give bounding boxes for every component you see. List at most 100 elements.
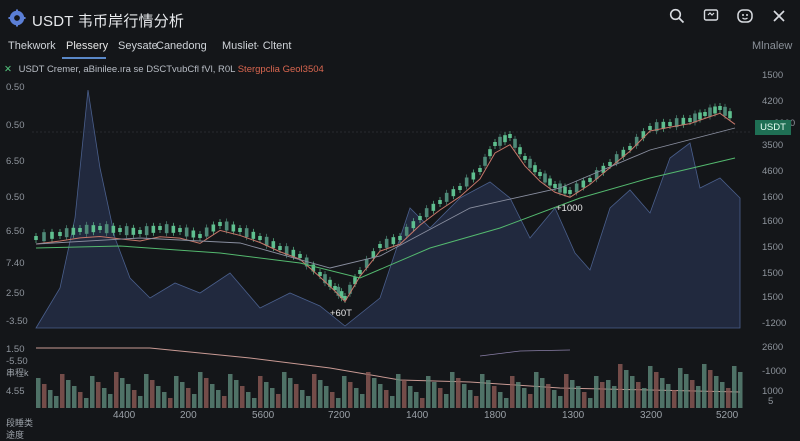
volume-bar: [216, 390, 221, 408]
volume-bar: [504, 398, 509, 408]
chart-annotation: +60T: [330, 308, 352, 319]
volume-bar: [576, 386, 581, 408]
volume-bar: [90, 376, 95, 408]
right-axis-label: 4200: [762, 96, 784, 107]
top-icons: [666, 5, 790, 27]
volume-bar: [480, 374, 485, 408]
volume-bar: [420, 398, 425, 408]
volume-bar: [528, 394, 533, 408]
price-tag: USDT: [755, 120, 791, 135]
tab-musliet[interactable]: Musliet: [222, 40, 257, 52]
indicator-line-2: [479, 349, 571, 357]
volume-bar: [102, 388, 107, 408]
volume-bar: [108, 394, 113, 408]
volume-bar: [84, 398, 89, 408]
volume-bar: [186, 388, 191, 408]
volume-bars: [36, 364, 743, 408]
volume-bar: [300, 390, 305, 408]
volume-bar: [390, 396, 395, 408]
volume-bar: [738, 372, 743, 408]
volume-bar: [144, 374, 149, 408]
volume-area: [35, 89, 741, 329]
right-axis-label: 4600: [762, 166, 784, 177]
left-axis-label: 6.50: [6, 156, 25, 167]
volume-bar: [48, 390, 53, 408]
settings-icon[interactable]: [8, 9, 26, 27]
x-axis-label: 200: [180, 410, 197, 421]
volume-bar: [654, 372, 659, 408]
volume-bar: [228, 374, 233, 408]
volume-bar: [354, 388, 359, 408]
x-axis-label: 4400: [113, 410, 136, 421]
tab-seysate[interactable]: Seysate: [118, 40, 158, 52]
legend-text: USDT Cremer, aBinilee.ıra se DSCTvubCfl …: [18, 64, 236, 75]
volume-bar: [732, 366, 737, 408]
volume-bar: [546, 384, 551, 408]
volume-bar: [414, 392, 419, 408]
volume-bar: [678, 368, 683, 408]
chat-icon[interactable]: [700, 5, 722, 27]
volume-bar: [162, 392, 167, 408]
legend-close-icon[interactable]: ✕: [4, 64, 12, 75]
x-axis-label: 5200: [716, 410, 739, 421]
volume-bar: [372, 378, 377, 408]
volume-bar: [588, 398, 593, 408]
volume-bar: [342, 376, 347, 408]
volume-bar: [438, 388, 443, 408]
left-axis-label: 7.40: [6, 258, 25, 269]
left-axis-label: 1.50: [6, 344, 25, 355]
volume-bar: [78, 392, 83, 408]
right-axis-label: 1500: [762, 70, 784, 81]
left-axis-label: -3.50: [6, 316, 28, 327]
volume-bar: [324, 386, 329, 408]
tab-canedong[interactable]: Canedong: [156, 40, 207, 52]
chart-annotation: +1000: [556, 203, 583, 214]
x-axis-label: 3200: [640, 410, 663, 421]
volume-bar: [366, 372, 371, 408]
volume-bar: [348, 382, 353, 408]
app-title: USDT 韦币岸行情分析: [32, 13, 185, 30]
volume-bar: [456, 378, 461, 408]
volume-bar: [534, 372, 539, 408]
volume-bar: [192, 394, 197, 408]
volume-bar: [690, 380, 695, 408]
volume-bar: [540, 378, 545, 408]
candlestick-chart[interactable]: [0, 78, 800, 408]
right-axis-label: -1200: [762, 318, 787, 329]
volume-bar: [630, 376, 635, 408]
close-icon[interactable]: [768, 5, 790, 27]
volume-bar: [96, 382, 101, 408]
volume-bar: [708, 370, 713, 408]
volume-bar: [384, 390, 389, 408]
volume-bar: [522, 388, 527, 408]
chart-legend: ✕ USDT Cremer, aBinilee.ıra se DSCTvubCf…: [4, 64, 324, 75]
right-axis-label: 1500: [762, 268, 784, 279]
left-axis-label: 0.50: [6, 120, 25, 131]
volume-bar: [276, 394, 281, 408]
alert-icon[interactable]: [734, 5, 756, 27]
volume-bar: [492, 386, 497, 408]
volume-bar: [168, 398, 173, 408]
tab-bar: Thekwork Plessery Seysate Canedong Musli…: [0, 36, 800, 59]
left-axis-label: 4.55: [6, 386, 25, 397]
tab-plessery[interactable]: Plessery: [66, 40, 108, 52]
tab-mlnalew[interactable]: Mlnalew: [752, 40, 792, 52]
volume-bar: [336, 398, 341, 408]
search-icon[interactable]: [666, 5, 688, 27]
lower-pane-label: 串程k: [6, 368, 29, 378]
volume-bar: [234, 380, 239, 408]
volume-bar: [36, 378, 41, 408]
volume-bar: [246, 392, 251, 408]
volume-bar: [606, 380, 611, 408]
volume-bar: [612, 386, 617, 408]
volume-bar: [42, 384, 47, 408]
tab-thekwork[interactable]: Thekwork: [8, 40, 56, 52]
volume-bar: [486, 380, 491, 408]
volume-bar: [282, 372, 287, 408]
volume-bar: [714, 376, 719, 408]
volume-bar: [408, 386, 413, 408]
volume-bar: [72, 386, 77, 408]
volume-bar: [132, 390, 137, 408]
volume-bar: [600, 382, 605, 408]
tab-cltent[interactable]: · Cltent: [256, 40, 291, 52]
